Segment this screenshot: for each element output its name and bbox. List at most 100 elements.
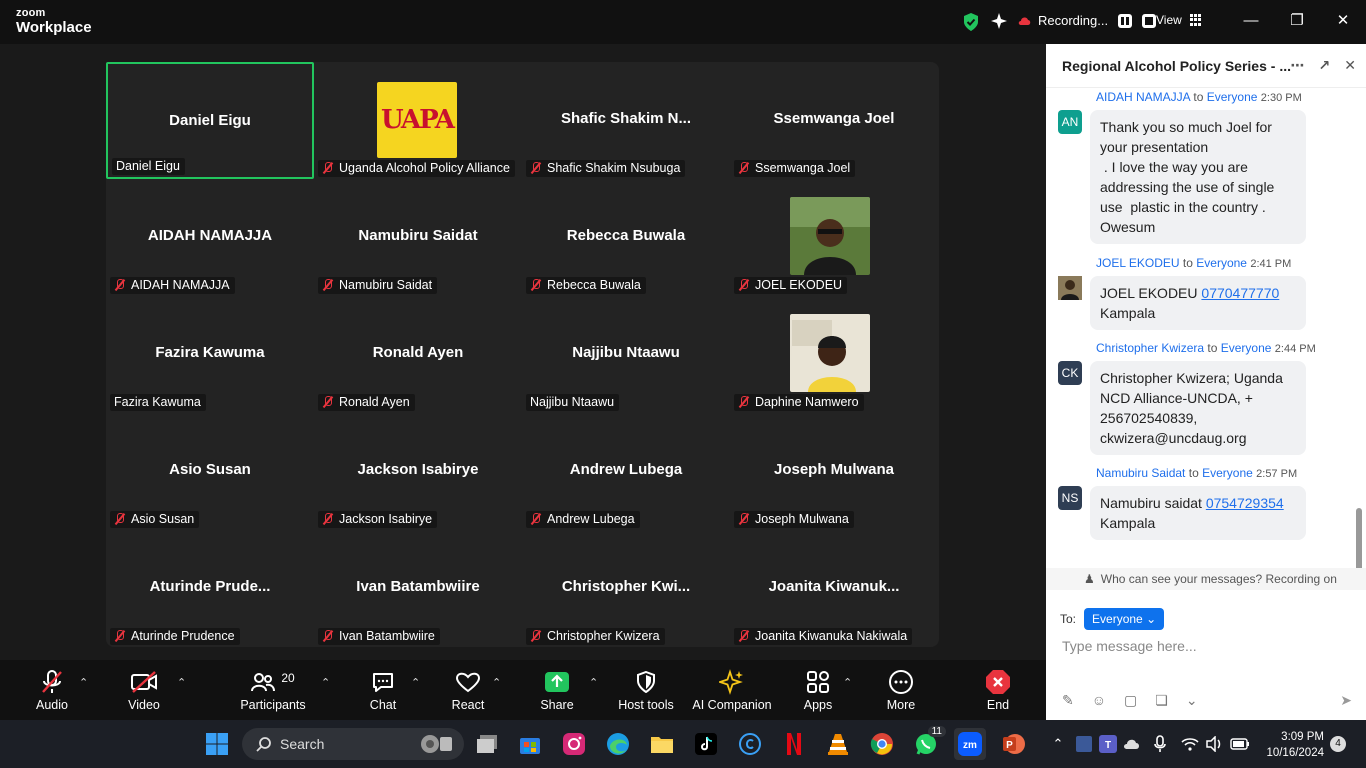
participant-tile[interactable]: Daniel Eigu Daniel Eigu (106, 62, 314, 179)
apps-button[interactable]: Apps (778, 668, 858, 712)
chevron-down-icon[interactable]: ⌄ (1186, 692, 1198, 709)
format-icon[interactable]: ✎ (1062, 692, 1074, 709)
ai-companion-button[interactable]: AI Companion (692, 668, 772, 712)
sender-name[interactable]: AIDAH NAMAJJA (1096, 90, 1190, 104)
video-options-caret[interactable]: ⌃ (177, 676, 186, 689)
chrome-button[interactable] (866, 728, 898, 760)
avatar[interactable]: AN (1058, 110, 1082, 134)
close-chat-icon[interactable]: ✕ (1344, 57, 1356, 74)
share-options-caret[interactable]: ⌃ (589, 676, 598, 689)
task-view-button[interactable] (471, 728, 503, 760)
instagram-button[interactable] (558, 728, 590, 760)
chat-options-caret[interactable]: ⌃ (411, 676, 420, 689)
participant-tile[interactable]: Aturinde Prude... Aturinde Prudence (106, 530, 314, 647)
participant-tile[interactable]: Joanita Kiwanuk... Joanita Kiwanuka Nakiw… (730, 530, 938, 647)
audio-options-caret[interactable]: ⌃ (79, 676, 88, 689)
participant-tile[interactable]: Daphine Namwero (730, 296, 938, 413)
battery-button[interactable] (1226, 728, 1254, 760)
microsoft-store-button[interactable] (514, 728, 546, 760)
avatar[interactable]: NS (1058, 486, 1082, 510)
more-button[interactable]: More (861, 668, 941, 712)
tiktok-button[interactable] (690, 728, 722, 760)
participant-tile[interactable]: Andrew Lubega Andrew Lubega (522, 413, 730, 530)
apps-options-caret[interactable]: ⌃ (843, 676, 852, 689)
microphone-tray-button[interactable] (1148, 728, 1172, 760)
copilot-button[interactable] (734, 728, 766, 760)
participant-tile[interactable]: Ivan Batambwiire Ivan Batambwiire (314, 530, 522, 647)
view-button[interactable]: View (1156, 13, 1202, 27)
zoom-taskbar-button[interactable]: zm (954, 728, 986, 760)
maximize-button[interactable]: ❐ (1274, 0, 1320, 40)
video-button[interactable]: Video (104, 668, 184, 712)
participant-tile[interactable]: Ronald Ayen Ronald Ayen (314, 296, 522, 413)
participant-tile[interactable]: AIDAH NAMAJJA AIDAH NAMAJJA (106, 179, 314, 296)
react-button[interactable]: React (428, 668, 508, 712)
sender-name[interactable]: Christopher Kwizera (1096, 341, 1204, 355)
onedrive-button[interactable] (1120, 728, 1144, 760)
sender-name[interactable]: JOEL EKODEU (1096, 256, 1180, 270)
chat-messages[interactable]: AIDAH NAMAJJA to Everyone 2:30 PM AN Tha… (1046, 88, 1366, 568)
participant-tile[interactable]: Joseph Mulwana Joseph Mulwana (730, 413, 938, 530)
start-button[interactable] (201, 728, 233, 760)
message-input[interactable]: Type message here... (1062, 638, 1197, 654)
participant-tile[interactable]: Shafic Shakim N... Shafic Shakim Nsubuga (522, 62, 730, 179)
share-button[interactable]: Share (517, 668, 597, 712)
phone-link[interactable]: 0770477770 (1201, 285, 1279, 301)
avatar[interactable]: CK (1058, 361, 1082, 385)
mic-muted-icon (322, 279, 334, 291)
emoji-icon[interactable]: ☺ (1092, 692, 1106, 709)
security-shield-icon[interactable] (962, 12, 980, 32)
participant-tile[interactable]: Asio Susan Asio Susan (106, 413, 314, 530)
who-can-see-bar[interactable]: ♟ Who can see your messages? Recording o… (1046, 568, 1366, 590)
end-meeting-button[interactable]: End (958, 668, 1038, 712)
participant-tile[interactable]: Namubiru Saidat Namubiru Saidat (314, 179, 522, 296)
host-tools-button[interactable]: Host tools (606, 668, 686, 712)
participants-options-caret[interactable]: ⌃ (321, 676, 330, 689)
participant-tile[interactable]: JOEL EKODEU (730, 179, 938, 296)
volume-button[interactable] (1202, 728, 1226, 760)
teams-button[interactable]: T (1096, 728, 1120, 760)
participant-tile[interactable]: Jackson Isabirye Jackson Isabirye (314, 413, 522, 530)
edge-button[interactable] (602, 728, 634, 760)
popout-icon[interactable]: ↗ (1319, 57, 1331, 74)
tray-app-button[interactable] (1072, 728, 1096, 760)
svg-text:P: P (1006, 740, 1013, 751)
phone-link[interactable]: 0754729354 (1206, 495, 1284, 511)
show-hidden-icons-button[interactable]: ⌃ (1046, 728, 1070, 760)
vlc-button[interactable] (822, 728, 854, 760)
end-icon (986, 670, 1010, 694)
ai-sparkle-icon[interactable] (990, 12, 1008, 30)
whatsapp-button[interactable]: 11 (910, 726, 946, 760)
react-options-caret[interactable]: ⌃ (492, 676, 501, 689)
taskbar-clock[interactable]: 3:09 PM 10/16/2024 (1256, 729, 1324, 761)
wifi-button[interactable] (1178, 728, 1202, 760)
participants-button[interactable]: 20 Participants (233, 668, 313, 712)
participant-tile[interactable]: Christopher Kwi... Christopher Kwizera (522, 530, 730, 647)
taskbar-search[interactable]: Search (242, 728, 464, 760)
powerpoint-button[interactable]: P (998, 728, 1030, 760)
audio-button[interactable]: Audio (12, 668, 92, 712)
cloud-record-icon (1018, 16, 1031, 25)
sender-name[interactable]: Namubiru Saidat (1096, 466, 1185, 480)
participant-tile[interactable]: Ssemwanga Joel Ssemwanga Joel (730, 62, 938, 179)
participant-tile[interactable]: Najjibu Ntaawu Najjibu Ntaawu (522, 296, 730, 413)
participant-tile[interactable]: UAPA Uganda Alcohol Policy Alliance (314, 62, 522, 179)
close-window-button[interactable]: ✕ (1320, 0, 1366, 40)
pause-recording-button[interactable] (1118, 13, 1133, 28)
chat-more-icon[interactable]: ⋯ (1291, 57, 1305, 74)
participant-display-name: Ivan Batambwiire (356, 578, 480, 595)
participant-tile[interactable]: Fazira Kawuma Fazira Kawuma (106, 296, 314, 413)
send-icon[interactable]: ➤ (1340, 692, 1352, 709)
avatar[interactable] (1058, 276, 1082, 300)
screenshot-icon[interactable]: ❏ (1155, 692, 1168, 709)
file-icon[interactable]: ▢ (1124, 692, 1137, 709)
recipient-dropdown[interactable]: Everyone ⌄ (1084, 608, 1165, 630)
file-explorer-button[interactable] (646, 728, 678, 760)
notification-badge[interactable]: 4 (1330, 736, 1346, 752)
minimize-button[interactable]: — (1228, 0, 1274, 40)
chat-scrollbar[interactable] (1356, 508, 1362, 568)
netflix-button[interactable] (778, 728, 810, 760)
participant-tile[interactable]: Rebecca Buwala Rebecca Buwala (522, 179, 730, 296)
chat-button[interactable]: Chat (343, 668, 423, 712)
stop-recording-button[interactable] (1142, 13, 1157, 28)
